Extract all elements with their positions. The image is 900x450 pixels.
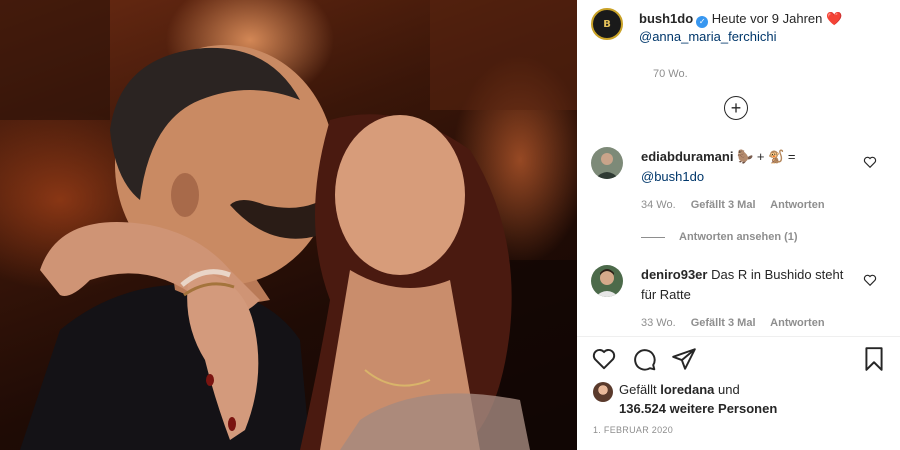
avatar[interactable]	[591, 265, 623, 297]
comment-meta: 34 Wo. Gefällt 3 Mal Antworten	[641, 199, 837, 211]
comment-mention[interactable]: @bush1do	[641, 169, 704, 184]
comment-likes[interactable]: Gefällt 3 Mal	[691, 317, 756, 329]
comment-body: deniro93er Das R in Bushido steht für Ra…	[641, 265, 851, 305]
author-username[interactable]: bush1do	[639, 11, 693, 26]
caption-mention[interactable]: @anna_maria_ferchichi	[639, 29, 777, 44]
comment-username[interactable]: deniro93er	[641, 267, 707, 282]
avatar[interactable]	[593, 382, 613, 402]
comment-username[interactable]: ediabduramani	[641, 149, 733, 164]
speech-bubble-icon[interactable]	[631, 346, 657, 372]
reply-button[interactable]: Antworten	[770, 317, 824, 329]
liker-username[interactable]: loredana	[660, 382, 714, 397]
photo-illustration	[0, 0, 577, 450]
section-divider	[577, 336, 900, 337]
instagram-post-view: B bush1do ✓ Heute vor 9 Jahren ❤️ @anna_m…	[0, 0, 900, 450]
comment-time: 34 Wo.	[641, 199, 676, 211]
comment-time: 33 Wo.	[641, 317, 676, 329]
heart-outline-icon[interactable]	[863, 155, 877, 169]
reply-button[interactable]: Antworten	[770, 199, 824, 211]
comment-likes[interactable]: Gefällt 3 Mal	[691, 199, 756, 211]
verified-badge-icon: ✓	[696, 16, 709, 28]
caption: bush1do ✓ Heute vor 9 Jahren ❤️ @anna_mar…	[639, 10, 889, 46]
heart-outline-icon[interactable]	[591, 346, 617, 372]
caption-emoji: ❤️	[826, 11, 843, 26]
replies-divider	[641, 236, 665, 238]
view-replies-button[interactable]: Antworten ansehen (1)	[641, 231, 798, 243]
likes-text[interactable]: Gefällt loredana und 136.524 weitere Per…	[619, 380, 879, 418]
caption-timestamp: 70 Wo.	[653, 68, 688, 80]
avatar[interactable]	[591, 147, 623, 179]
author-avatar[interactable]: B	[591, 8, 623, 40]
post-sidebar: B bush1do ✓ Heute vor 9 Jahren ❤️ @anna_m…	[577, 0, 900, 450]
post-photo[interactable]	[0, 0, 577, 450]
heart-outline-icon[interactable]	[863, 273, 877, 287]
plus-circle-icon[interactable]: +	[724, 96, 748, 120]
bookmark-icon[interactable]	[861, 346, 887, 372]
likes-connector: und	[718, 382, 740, 397]
comment-body: ediabduramani 🦫 + 🐒 = @bush1do	[641, 147, 851, 187]
likes-prefix: Gefällt	[619, 382, 657, 397]
post-date: 1. FEBRUAR 2020	[593, 425, 674, 435]
likes-count[interactable]: 136.524 weitere Personen	[619, 401, 777, 416]
comment-text: 🦫 + 🐒 =	[737, 149, 796, 164]
view-replies-label: Antworten ansehen (1)	[679, 231, 798, 243]
paper-plane-icon[interactable]	[671, 346, 697, 372]
comment-meta: 33 Wo. Gefällt 3 Mal Antworten	[641, 317, 837, 329]
caption-text: Heute vor 9 Jahren	[711, 11, 823, 26]
action-bar	[591, 346, 891, 374]
